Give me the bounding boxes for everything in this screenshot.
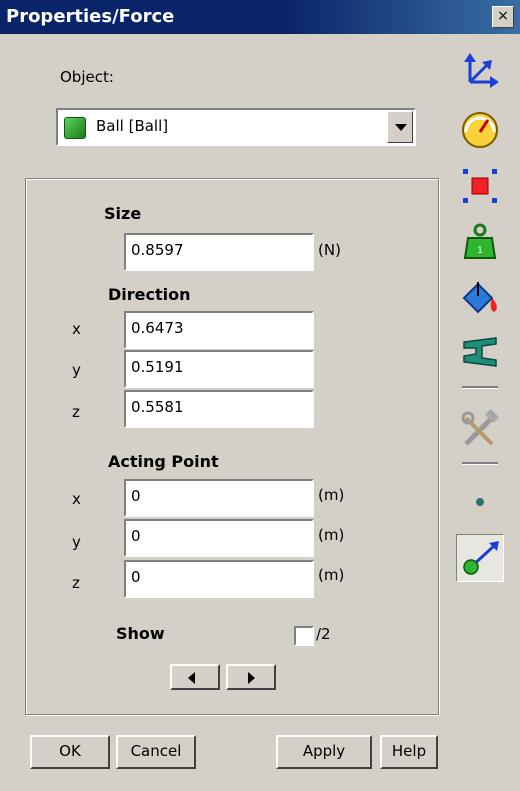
apply-button[interactable]: Apply <box>276 735 372 769</box>
beam-icon[interactable] <box>458 330 502 374</box>
toolbar-separator <box>462 462 498 465</box>
direction-y-input[interactable]: 0.5191 <box>124 350 314 388</box>
acting-point-y-input[interactable]: 0 <box>124 519 314 557</box>
toolbar-separator <box>462 386 498 389</box>
acting-point-z-unit: (m) <box>318 566 345 584</box>
ok-button[interactable]: OK <box>30 735 110 769</box>
point-icon[interactable] <box>458 480 502 524</box>
size-input[interactable]: 0.8597 <box>124 233 314 271</box>
tools-icon[interactable] <box>458 408 502 452</box>
dropdown-arrow-button[interactable] <box>387 111 413 143</box>
show-label: Show <box>116 624 165 643</box>
direction-x-label: x <box>72 320 81 338</box>
direction-x-input[interactable]: 0.6473 <box>124 311 314 349</box>
gauge-icon[interactable] <box>458 106 502 150</box>
next-button[interactable] <box>226 664 276 690</box>
object-label: Object: <box>60 68 114 86</box>
acting-point-y-label: y <box>72 533 81 551</box>
size-unit: (N) <box>318 241 341 259</box>
acting-point-heading: Acting Point <box>108 452 219 471</box>
object-select-value: Ball [Ball] <box>96 117 169 135</box>
select-box-icon[interactable] <box>458 164 502 208</box>
acting-point-z-input[interactable]: 0 <box>124 560 314 598</box>
direction-heading: Direction <box>108 285 191 304</box>
mass-icon[interactable]: 1 <box>458 220 502 264</box>
show-checkbox[interactable] <box>294 626 314 646</box>
direction-y-label: y <box>72 361 81 379</box>
show-checkbox-label: /2 <box>316 625 331 643</box>
acting-point-x-label: x <box>72 490 81 508</box>
arrow-left-icon <box>188 672 195 684</box>
acting-point-z-label: z <box>72 574 80 592</box>
close-icon: × <box>497 8 509 24</box>
svg-text:1: 1 <box>477 246 483 256</box>
size-heading: Size <box>104 204 142 223</box>
acting-point-y-unit: (m) <box>318 526 345 544</box>
paint-bucket-icon[interactable] <box>458 276 502 320</box>
previous-button[interactable] <box>170 664 220 690</box>
ball-object-icon <box>64 117 86 139</box>
cancel-button[interactable]: Cancel <box>116 735 196 769</box>
axes-icon[interactable] <box>458 50 502 94</box>
window-title: Properties/Force <box>6 6 175 27</box>
direction-z-input[interactable]: 0.5581 <box>124 390 314 428</box>
close-button[interactable]: × <box>492 6 514 28</box>
acting-point-x-input[interactable]: 0 <box>124 479 314 517</box>
force-vector-icon[interactable] <box>456 534 504 582</box>
acting-point-x-unit: (m) <box>318 486 345 504</box>
title-bar: Properties/Force × <box>0 0 520 34</box>
object-select[interactable]: Ball [Ball] <box>56 108 416 146</box>
help-button[interactable]: Help <box>380 735 438 769</box>
direction-z-label: z <box>72 403 80 421</box>
arrow-right-icon <box>248 672 255 684</box>
right-toolbar: 1 <box>450 34 520 791</box>
